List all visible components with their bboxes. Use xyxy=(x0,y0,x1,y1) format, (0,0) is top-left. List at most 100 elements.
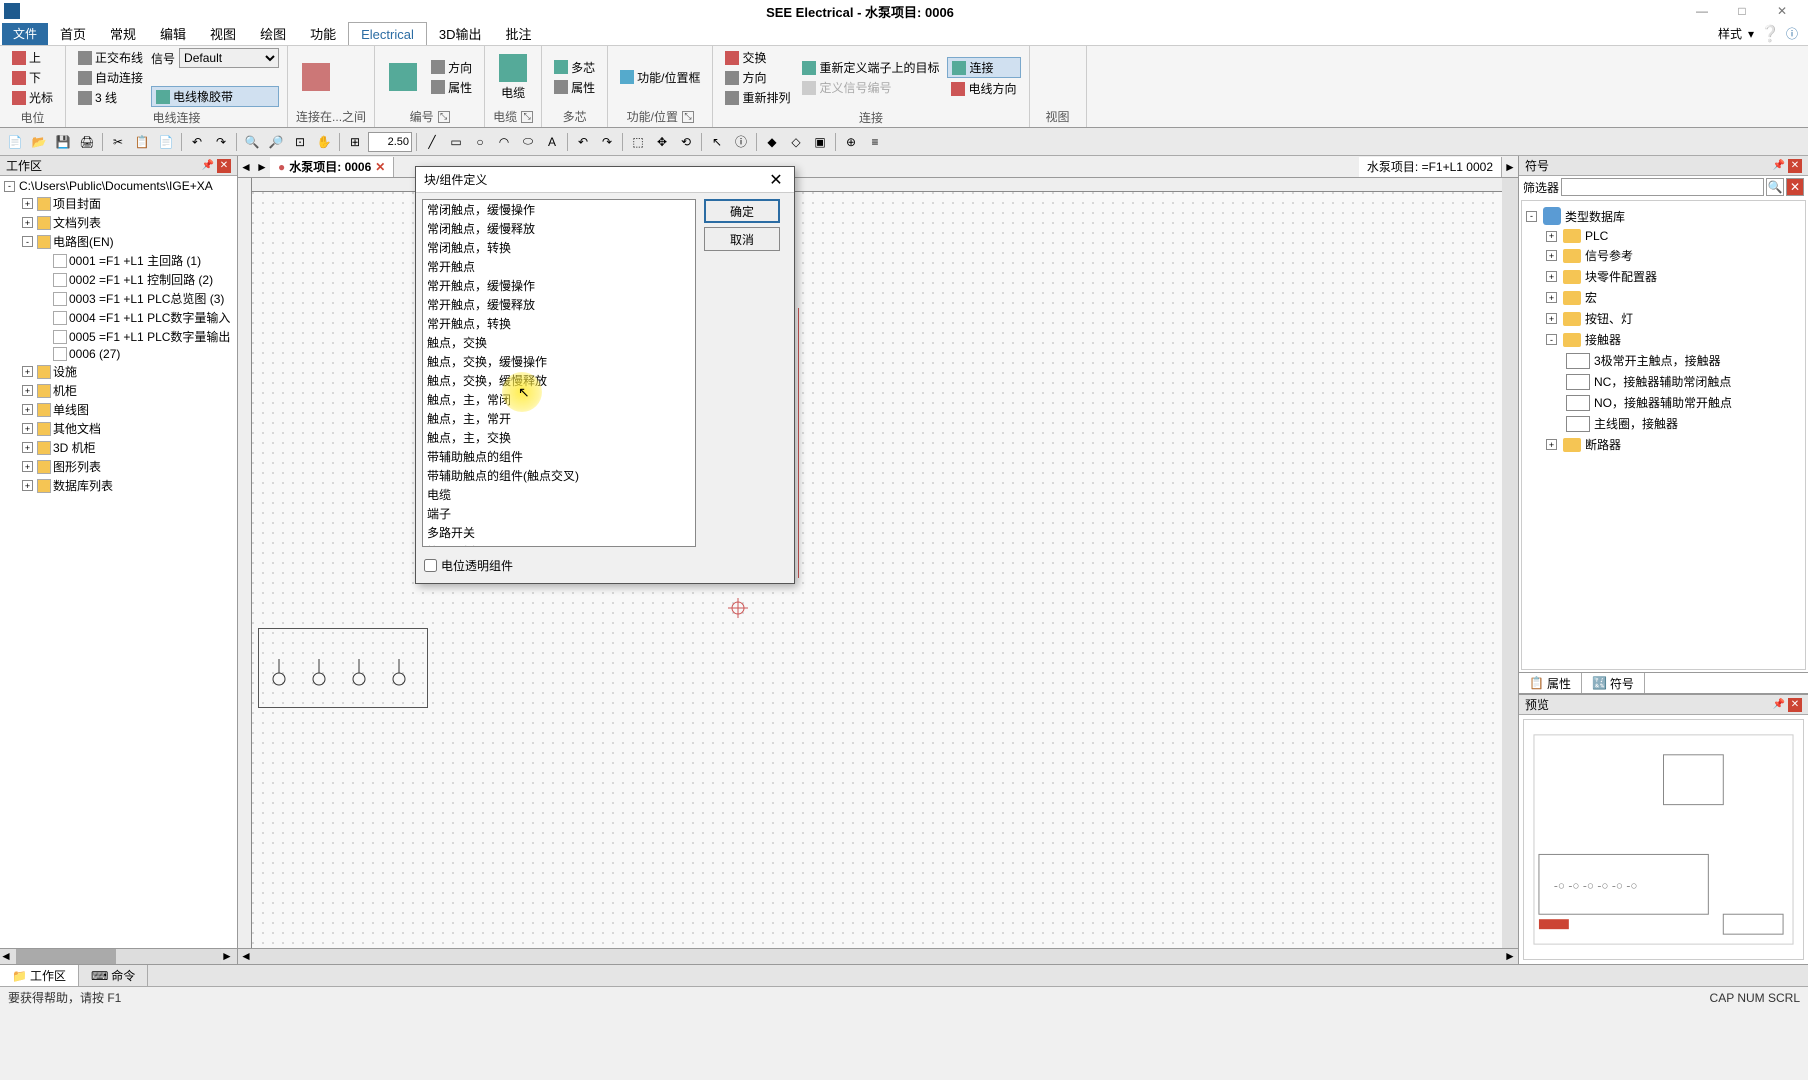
info-icon[interactable]: ⓘ xyxy=(1786,25,1798,42)
list-item[interactable]: 触点，交换 xyxy=(423,333,695,352)
canvas-hscroll[interactable]: ◄ ► xyxy=(238,948,1518,964)
list-item[interactable]: 带辅助触点的组件 xyxy=(423,447,695,466)
expand-icon[interactable]: + xyxy=(22,366,33,377)
exchange-button[interactable]: 交换 xyxy=(721,48,794,67)
grid-size-input[interactable] xyxy=(368,132,412,152)
tree-item[interactable]: +其他文档 xyxy=(4,419,233,438)
list-item[interactable]: 触点，交换，缓慢操作 xyxy=(423,352,695,371)
list-item[interactable]: 常开触点 xyxy=(423,257,695,276)
expand-icon[interactable]: + xyxy=(22,404,33,415)
expand-icon[interactable]: - xyxy=(1526,211,1537,222)
list-item[interactable]: 触点，主，交换 xyxy=(423,428,695,447)
tree-item[interactable]: 0006 (27) xyxy=(4,346,233,362)
tree-item[interactable]: 0002 =F1 +L1 控制回路 (2) xyxy=(4,270,233,289)
panel-close-icon[interactable]: ✕ xyxy=(1788,698,1802,712)
tab-workspace[interactable]: 📁工作区 xyxy=(0,965,79,986)
symbol-tree-item[interactable]: +断路器 xyxy=(1526,434,1801,455)
tree-item[interactable]: +设施 xyxy=(4,362,233,381)
print-icon[interactable]: 🖨 xyxy=(76,131,98,153)
misc1-icon[interactable]: ◆ xyxy=(761,131,783,153)
ellipse-icon[interactable]: ⬭ xyxy=(517,131,539,153)
canvas-vscroll[interactable] xyxy=(1502,178,1518,948)
symbol-tree-item[interactable]: NC，接触器辅助常闭触点 xyxy=(1526,371,1801,392)
redo-icon[interactable]: ↷ xyxy=(210,131,232,153)
maximize-button[interactable]: □ xyxy=(1732,1,1752,21)
panel-close-icon[interactable]: ✕ xyxy=(1788,159,1802,173)
new-icon[interactable]: 📄 xyxy=(4,131,26,153)
list-item[interactable]: 触点，交换，缓慢释放 xyxy=(423,371,695,390)
tab-nav-right2[interactable]: ► xyxy=(1502,159,1518,175)
list-item[interactable]: 常闭触点，转换 xyxy=(423,238,695,257)
expand-icon[interactable]: + xyxy=(22,385,33,396)
style-dropdown-icon[interactable]: ▾ xyxy=(1748,27,1754,41)
symbol-tree-item[interactable]: 主线圈，接触器 xyxy=(1526,413,1801,434)
zoom-in-icon[interactable]: 🔍 xyxy=(241,131,263,153)
connect-between-button[interactable] xyxy=(296,59,336,95)
tree-item[interactable]: +机柜 xyxy=(4,381,233,400)
filter-clear-icon[interactable]: ✕ xyxy=(1786,178,1804,196)
properties-button[interactable]: 属性 xyxy=(427,78,476,97)
move-icon[interactable]: ✥ xyxy=(651,131,673,153)
text-icon[interactable]: A xyxy=(541,131,563,153)
misc4-icon[interactable]: ⊕ xyxy=(840,131,862,153)
menu-general[interactable]: 常规 xyxy=(98,22,148,45)
pointer-icon[interactable]: ↖ xyxy=(706,131,728,153)
multicore-button[interactable]: 多芯 xyxy=(550,58,599,77)
doc-tab-0006[interactable]: ● 水泵项目: 0006 ✕ xyxy=(270,157,394,177)
minimize-button[interactable]: — xyxy=(1692,1,1712,21)
redefine-terminal-button[interactable]: 重新定义端子上的目标 xyxy=(798,58,943,77)
menu-edit[interactable]: 编辑 xyxy=(148,22,198,45)
tab-symbols[interactable]: 🔣符号 xyxy=(1582,673,1645,693)
tree-item[interactable]: +单线图 xyxy=(4,400,233,419)
menu-view[interactable]: 视图 xyxy=(198,22,248,45)
expand-icon[interactable]: + xyxy=(22,198,33,209)
symbol-tree-item[interactable]: -接触器 xyxy=(1526,329,1801,350)
left-panel-scrollbar[interactable]: ◄► xyxy=(0,948,237,964)
pin-icon[interactable]: 📌 xyxy=(1772,698,1786,712)
wire-dir-button[interactable]: 电线方向 xyxy=(947,79,1020,98)
tab-properties[interactable]: 📋属性 xyxy=(1519,673,1582,693)
menu-3d[interactable]: 3D输出 xyxy=(427,22,494,45)
grid-icon[interactable]: ⊞ xyxy=(344,131,366,153)
expand-icon[interactable]: - xyxy=(1546,334,1557,345)
expand-icon[interactable]: + xyxy=(1546,292,1557,303)
dialog-launch-icon[interactable]: ⤡ xyxy=(438,111,450,123)
file-menu[interactable]: 文件 xyxy=(2,23,48,45)
tree-item[interactable]: +3D 机柜 xyxy=(4,438,233,457)
line-icon[interactable]: ╱ xyxy=(421,131,443,153)
list-item[interactable]: 触点，主，常闭 xyxy=(423,390,695,409)
expand-icon[interactable]: + xyxy=(22,461,33,472)
symbol-tree-item[interactable]: +块零件配置器 xyxy=(1526,266,1801,287)
undo-icon[interactable]: ↶ xyxy=(186,131,208,153)
tree-item[interactable]: 0004 =F1 +L1 PLC数字量输入 xyxy=(4,308,233,327)
rearrange-button[interactable]: 重新排列 xyxy=(721,88,794,107)
expand-icon[interactable]: - xyxy=(22,236,33,247)
doc-tab-0002[interactable]: 水泵项目: =F1+L1 0002 xyxy=(1359,157,1502,177)
tree-item[interactable]: +文档列表 xyxy=(4,213,233,232)
three-wire-button[interactable]: 3 线 xyxy=(74,88,147,107)
expand-icon[interactable]: + xyxy=(1546,313,1557,324)
direction-button[interactable]: 方向 xyxy=(427,58,476,77)
conn-direction-button[interactable]: 方向 xyxy=(721,68,794,87)
panel-close-icon[interactable]: ✕ xyxy=(217,159,231,173)
undo2-icon[interactable]: ↶ xyxy=(572,131,594,153)
ok-button[interactable]: 确定 xyxy=(704,199,780,223)
expand-icon[interactable]: + xyxy=(1546,439,1557,450)
auto-connect-button[interactable]: 自动连接 xyxy=(74,68,147,87)
expand-icon[interactable]: + xyxy=(22,480,33,491)
misc3-icon[interactable]: ▣ xyxy=(809,131,831,153)
copy-icon[interactable]: 📋 xyxy=(131,131,153,153)
tree-item[interactable]: 0005 =F1 +L1 PLC数字量输出 xyxy=(4,327,233,346)
symbol-tree-item[interactable]: +按钮、灯 xyxy=(1526,308,1801,329)
cut-icon[interactable]: ✂ xyxy=(107,131,129,153)
save-icon[interactable]: 💾 xyxy=(52,131,74,153)
dialog-launch-icon[interactable]: ⤡ xyxy=(521,111,533,123)
pin-icon[interactable]: 📌 xyxy=(201,159,215,173)
open-icon[interactable]: 📂 xyxy=(28,131,50,153)
menu-annotate[interactable]: 批注 xyxy=(493,22,543,45)
close-button[interactable]: ✕ xyxy=(1772,1,1792,21)
tree-item[interactable]: +图形列表 xyxy=(4,457,233,476)
menu-function[interactable]: 功能 xyxy=(298,22,348,45)
zoom-out-icon[interactable]: 🔎 xyxy=(265,131,287,153)
symbol-tree-item[interactable]: +宏 xyxy=(1526,287,1801,308)
